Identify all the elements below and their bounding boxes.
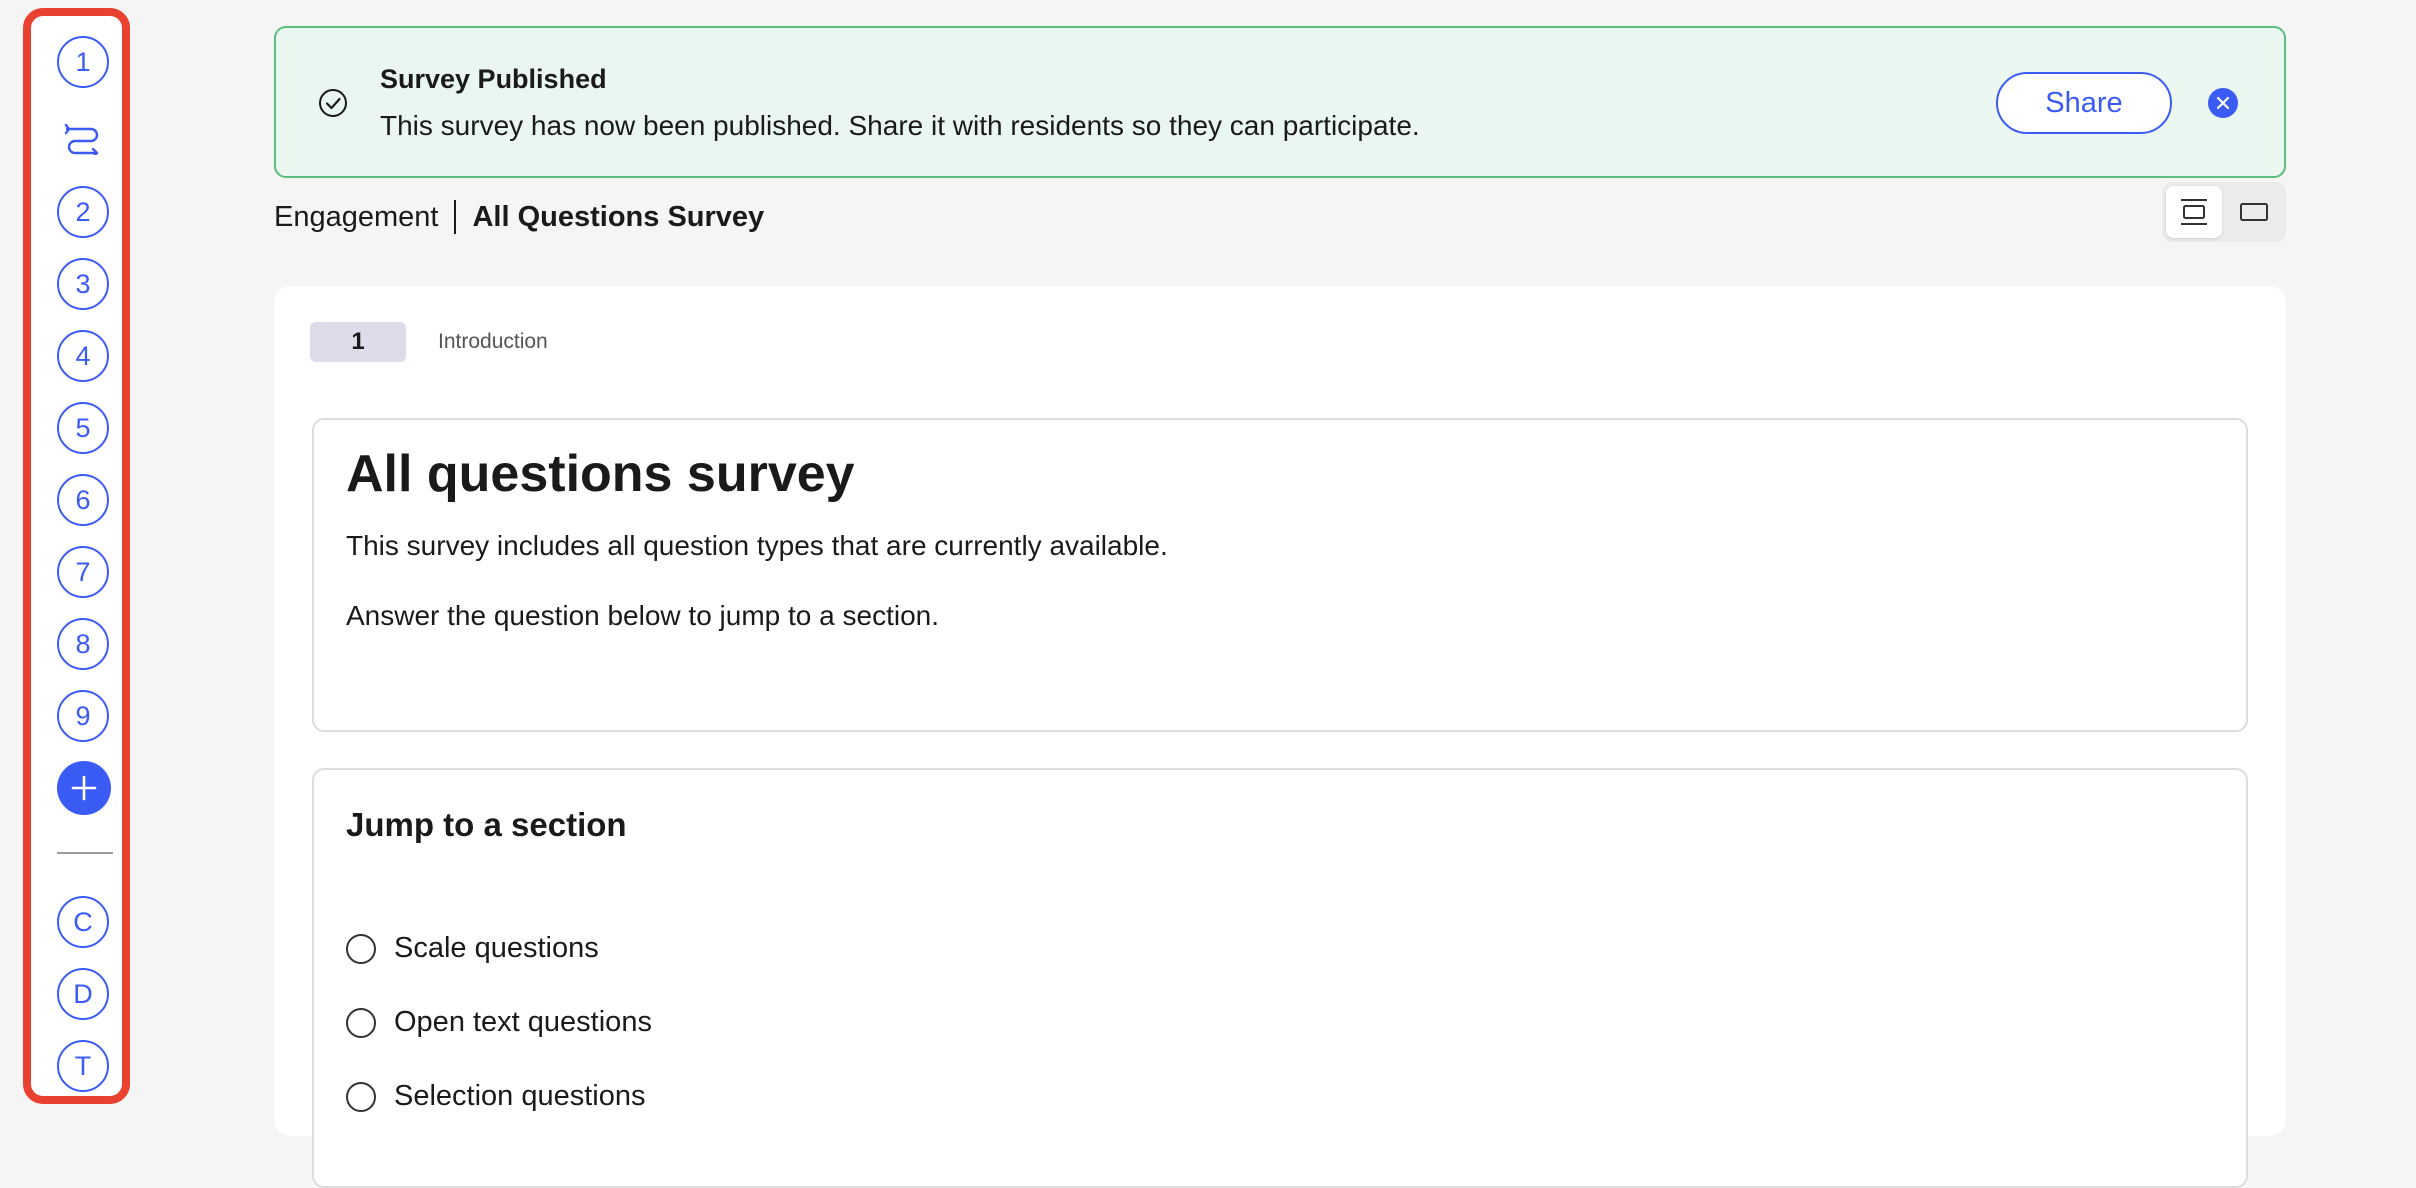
add-question-button[interactable] [57,761,111,815]
breadcrumb: Engagement All Questions Survey [274,200,764,234]
survey-page-card: 1 Introduction All questions survey This… [274,286,2286,1188]
check-circle-icon [318,88,348,118]
published-banner: Survey Published This survey has now bee… [274,26,2286,178]
intro-paragraph-1: This survey includes all question types … [346,530,1168,561]
rail-item-2[interactable]: 2 [57,186,109,238]
question-title: Jump to a section [346,806,627,843]
radio-option-scale[interactable]: Scale questions [346,932,599,965]
survey-title: All questions survey [346,445,855,503]
plus-icon [71,775,97,801]
rail-item-4[interactable]: 4 [57,330,109,382]
logic-route-icon[interactable] [57,112,109,164]
page-number-badge: 1 [310,322,406,362]
option-label: Selection questions [394,1080,646,1112]
breadcrumb-engagement[interactable]: Engagement [274,201,438,234]
option-label: Open text questions [394,1006,652,1038]
rail-item-7[interactable]: 7 [57,546,109,598]
radio-button[interactable] [346,1081,376,1112]
close-icon[interactable] [2208,88,2238,118]
breadcrumb-separator [454,200,457,234]
rail-item-c[interactable]: C [57,896,109,948]
intro-paragraph-2: Answer the question below to jump to a s… [346,600,940,631]
radio-button[interactable] [346,933,376,964]
share-button[interactable]: Share [1996,72,2172,134]
rail-item-1[interactable]: 1 [57,36,109,88]
rail-item-t[interactable]: T [57,1040,109,1092]
breadcrumb-current: All Questions Survey [472,200,765,233]
intro-block[interactable]: All questions survey This survey include… [312,418,2248,732]
rail-divider [57,852,113,854]
radio-option-selection[interactable]: Selection questions [346,1080,646,1113]
rail-item-d[interactable]: D [57,968,109,1020]
page-label: Introduction [438,330,548,353]
radio-button[interactable] [346,1007,376,1038]
single-view-icon[interactable] [2226,186,2282,238]
radio-option-open-text[interactable]: Open text questions [346,1006,652,1039]
rail-item-9[interactable]: 9 [57,690,109,742]
page-view-icon[interactable] [2166,186,2222,238]
banner-title: Survey Published [380,64,607,94]
view-toggle [2162,182,2286,242]
option-label: Scale questions [394,932,599,964]
rail-item-6[interactable]: 6 [57,474,109,526]
rail-item-3[interactable]: 3 [57,258,109,310]
banner-message: This survey has now been published. Shar… [380,110,1420,141]
rail-item-5[interactable]: 5 [57,402,109,454]
question-navigation-rail: 1 2 3 4 5 6 7 8 9 C D T [23,8,130,1104]
rail-item-8[interactable]: 8 [57,618,109,670]
jump-question-block[interactable]: Jump to a section Scale questions Open t… [312,768,2248,1188]
